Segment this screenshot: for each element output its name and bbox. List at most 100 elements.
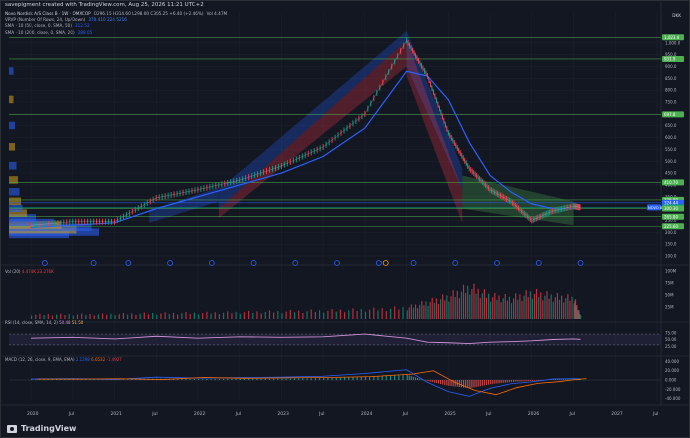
time-tick-label: 2021 <box>110 411 122 417</box>
macd-histogram-bar <box>500 380 502 384</box>
macd-histogram-bar <box>410 376 412 380</box>
time-tick-label: Jul <box>318 411 324 417</box>
macd-label[interactable]: MACD (12, 26, close, 9, EMA, EMA) <box>5 357 75 362</box>
macd-tick-label: -40.000 <box>665 396 681 401</box>
macd-histogram-bar <box>515 380 517 382</box>
macd-histogram-bar <box>89 379 91 380</box>
macd-histogram-bar <box>446 380 448 386</box>
volume-bar <box>85 314 87 319</box>
volume-bar <box>239 313 241 319</box>
macd-histogram-bar <box>414 377 417 380</box>
macd-histogram-bar <box>579 379 581 380</box>
time-tick-label: Jul <box>402 411 408 417</box>
volume-bar <box>114 315 116 319</box>
time-tick-label: 2020 <box>27 411 39 417</box>
volume-bar <box>235 311 237 319</box>
rsi-label[interactable]: RSI (14, close, SMA, 14, 2) <box>5 320 58 325</box>
volume-bar <box>550 294 552 319</box>
volume-bar <box>429 302 431 319</box>
macd-histogram-bar <box>281 378 283 380</box>
volume-bar <box>110 313 112 319</box>
macd-histogram-bar <box>243 378 246 380</box>
volume-bar <box>231 313 233 319</box>
macd-histogram-bar <box>437 380 440 384</box>
volume-bar <box>554 297 556 319</box>
volume-bar <box>437 303 440 319</box>
macd-histogram-bar <box>268 378 271 380</box>
volume-bar <box>431 297 433 319</box>
volume-bar <box>377 310 379 319</box>
volume-bar <box>571 296 573 319</box>
volume-bar <box>172 312 175 319</box>
macd-histogram-bar <box>558 379 561 380</box>
chart-canvas[interactable]: 1,000.0950.0900.0850.0800.0750.0700.0650… <box>1 1 689 437</box>
volume-bar <box>454 296 456 319</box>
volume-bar <box>252 312 254 319</box>
volume-bar <box>506 300 508 319</box>
volume-bar <box>197 314 200 319</box>
price-tick-label: 150.0 <box>665 242 677 247</box>
price-tick-label: 500.0 <box>665 159 677 164</box>
volume-bar <box>538 297 540 319</box>
volume-bar <box>264 311 266 319</box>
macd-histogram-bar <box>563 379 565 380</box>
volume-bar <box>410 304 412 319</box>
volume-bar <box>210 313 212 319</box>
macd-histogram-bar <box>214 378 216 380</box>
volume-bar <box>81 313 83 319</box>
volume-bar <box>465 292 467 319</box>
volume-bar <box>93 315 95 319</box>
macd-pane-label: MACD (12, 26, close, 9, EMA, EMA) 2.1298… <box>5 357 122 362</box>
macd-histogram-bar <box>248 378 250 380</box>
volume-bar <box>456 290 458 319</box>
volume-bar <box>427 306 429 319</box>
macd-histogram-bar <box>412 376 415 380</box>
volume-bar <box>546 291 548 319</box>
price-tick-label: 550.0 <box>665 147 677 152</box>
volume-bar <box>56 314 58 319</box>
volume-bar <box>327 310 329 319</box>
macd-tick-label: 20.000 <box>665 368 679 373</box>
macd-histogram-bar <box>513 380 515 382</box>
macd-histogram-bar <box>525 380 527 382</box>
volume-label[interactable]: Vol (20) <box>5 269 20 274</box>
volume-bar <box>89 314 91 319</box>
macd-histogram-bar <box>496 380 498 384</box>
volume-bar <box>477 288 479 319</box>
rsi-tick-label: 25.00 <box>665 344 677 349</box>
rsi-pane-label: RSI (14, close, SMA, 14, 2) 50.48 51.50 <box>5 320 83 325</box>
volume-bar <box>156 314 158 319</box>
macd-histogram-bar <box>431 380 433 383</box>
volume-bar <box>47 314 49 319</box>
volume-bar <box>76 314 79 319</box>
macd-histogram-bar <box>227 378 229 380</box>
macd-histogram-bar <box>429 380 431 382</box>
macd-histogram-bar <box>567 379 569 380</box>
tradingview-brand[interactable]: TradingView <box>7 424 76 433</box>
volume-profile-bar <box>9 67 14 75</box>
price-tick-label: 800.0 <box>665 88 677 93</box>
volume-bar <box>565 298 567 319</box>
price-badge-label: 1,023.4 <box>664 35 680 40</box>
macd-histogram-bar <box>222 378 225 380</box>
volume-bar <box>302 312 304 319</box>
time-tick-label: Jul <box>151 411 157 417</box>
volume-bar <box>277 311 279 319</box>
macd-histogram-bar <box>335 377 337 380</box>
volume-value-2: 23.276K <box>37 269 54 274</box>
macd-histogram-bar <box>289 378 291 380</box>
macd-histogram-bar <box>348 377 350 380</box>
volume-bar <box>168 314 170 319</box>
volume-bar <box>417 308 419 319</box>
time-tick-label: Jul <box>485 411 491 417</box>
macd-histogram-bar <box>490 380 492 385</box>
volume-bar <box>72 315 74 319</box>
volume-bar <box>548 298 550 319</box>
volume-bar <box>222 312 225 319</box>
macd-histogram-bar <box>402 375 404 380</box>
volume-bar <box>339 309 342 319</box>
volume-bar <box>498 295 500 319</box>
macd-histogram-bar <box>533 380 536 381</box>
volume-bar <box>515 293 517 319</box>
volume-bar <box>487 293 490 319</box>
